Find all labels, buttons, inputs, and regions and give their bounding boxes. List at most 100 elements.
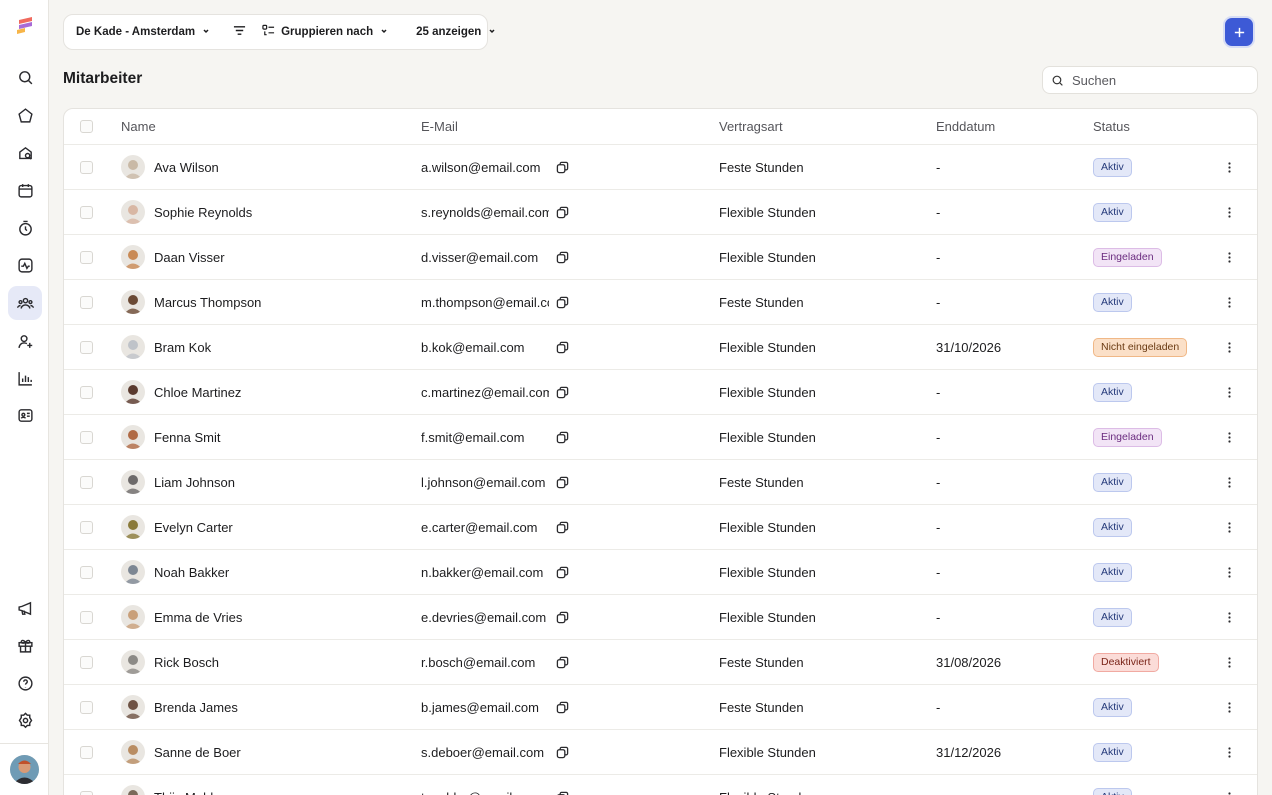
- table-row[interactable]: Liam Johnson l.johnson@email.com Feste Stu…: [64, 460, 1257, 505]
- team-icon[interactable]: [8, 286, 42, 320]
- copy-icon[interactable]: [556, 640, 569, 684]
- row-checkbox[interactable]: [80, 431, 93, 444]
- employee-email[interactable]: a.wilson@email.com: [421, 160, 540, 175]
- employee-email[interactable]: s.reynolds@email.com: [421, 205, 549, 220]
- table-row[interactable]: Thijs Mulder t.mulder@email.com Flexible S…: [64, 775, 1257, 795]
- more-options-icon[interactable]: [1224, 775, 1234, 795]
- table-row[interactable]: Fenna Smit f.smit@email.com Flexible Stund…: [64, 415, 1257, 460]
- page-size-select[interactable]: 25 anzeigen: [416, 26, 497, 39]
- copy-icon[interactable]: [556, 685, 569, 729]
- employee-email[interactable]: e.carter@email.com: [421, 520, 538, 535]
- employee-name[interactable]: Emma de Vries: [154, 610, 242, 625]
- employee-name[interactable]: Bram Kok: [154, 340, 211, 355]
- more-options-icon[interactable]: [1224, 370, 1234, 414]
- header-email[interactable]: E-Mail: [421, 109, 458, 144]
- employee-email[interactable]: n.bakker@email.com: [421, 565, 543, 580]
- copy-icon[interactable]: [556, 775, 569, 795]
- group-by-select[interactable]: Gruppieren nach: [262, 24, 389, 40]
- row-checkbox[interactable]: [80, 341, 93, 354]
- copy-icon[interactable]: [556, 415, 569, 459]
- employee-name[interactable]: Sophie Reynolds: [154, 205, 252, 220]
- employee-email[interactable]: b.kok@email.com: [421, 340, 525, 355]
- more-options-icon[interactable]: [1224, 235, 1234, 279]
- copy-icon[interactable]: [556, 505, 569, 549]
- row-checkbox[interactable]: [80, 251, 93, 264]
- employee-name[interactable]: Daan Visser: [154, 250, 225, 265]
- clock-icon[interactable]: [8, 211, 42, 245]
- table-row[interactable]: Evelyn Carter e.carter@email.com Flexible …: [64, 505, 1257, 550]
- employee-email[interactable]: r.bosch@email.com: [421, 655, 535, 670]
- chart-icon[interactable]: [8, 361, 42, 395]
- copy-icon[interactable]: [556, 325, 569, 369]
- row-checkbox[interactable]: [80, 161, 93, 174]
- table-row[interactable]: Sophie Reynolds s.reynolds@email.com Flexi…: [64, 190, 1257, 235]
- copy-icon[interactable]: [556, 370, 569, 414]
- add-employee-button[interactable]: [1225, 18, 1253, 46]
- table-row[interactable]: Emma de Vries e.devries@email.com Flexible…: [64, 595, 1257, 640]
- row-checkbox[interactable]: [80, 206, 93, 219]
- table-row[interactable]: Sanne de Boer s.deboer@email.com Flexible …: [64, 730, 1257, 775]
- select-all-checkbox[interactable]: [80, 120, 93, 133]
- more-options-icon[interactable]: [1224, 685, 1234, 729]
- table-row[interactable]: Noah Bakker n.bakker@email.com Flexible St…: [64, 550, 1257, 595]
- row-checkbox[interactable]: [80, 611, 93, 624]
- row-checkbox[interactable]: [80, 566, 93, 579]
- copy-icon[interactable]: [556, 595, 569, 639]
- more-options-icon[interactable]: [1224, 145, 1234, 189]
- add-person-icon[interactable]: [8, 324, 42, 358]
- employee-email[interactable]: m.thompson@email.com: [421, 295, 549, 310]
- settings-icon[interactable]: [8, 703, 42, 737]
- table-row[interactable]: Brenda James b.james@email.com Feste Stund…: [64, 685, 1257, 730]
- employee-name[interactable]: Evelyn Carter: [154, 520, 233, 535]
- employee-name[interactable]: Fenna Smit: [154, 430, 220, 445]
- search-input[interactable]: [1072, 72, 1242, 88]
- employee-email[interactable]: e.devries@email.com: [421, 610, 546, 625]
- copy-icon[interactable]: [556, 550, 569, 594]
- filter-button[interactable]: [233, 24, 246, 40]
- employee-name[interactable]: Chloe Martinez: [154, 385, 241, 400]
- more-options-icon[interactable]: [1224, 460, 1234, 504]
- employee-email[interactable]: s.deboer@email.com: [421, 745, 544, 760]
- table-row[interactable]: Chloe Martinez c.martinez@email.com Flexib…: [64, 370, 1257, 415]
- employee-email[interactable]: t.mulder@email.com: [421, 790, 540, 795]
- more-options-icon[interactable]: [1224, 640, 1234, 684]
- search-icon[interactable]: [8, 60, 42, 94]
- help-icon[interactable]: [8, 666, 42, 700]
- more-options-icon[interactable]: [1224, 595, 1234, 639]
- row-checkbox[interactable]: [80, 656, 93, 669]
- table-row[interactable]: Ava Wilson a.wilson@email.com Feste Stunde…: [64, 145, 1257, 190]
- header-end-date[interactable]: Enddatum: [936, 109, 995, 144]
- employee-name[interactable]: Liam Johnson: [154, 475, 235, 490]
- employee-email[interactable]: l.johnson@email.com: [421, 475, 545, 490]
- employee-name[interactable]: Noah Bakker: [154, 565, 229, 580]
- more-options-icon[interactable]: [1224, 280, 1234, 324]
- home-icon[interactable]: [8, 98, 42, 132]
- search-box[interactable]: [1042, 66, 1258, 94]
- app-logo[interactable]: [15, 15, 35, 35]
- row-checkbox[interactable]: [80, 476, 93, 489]
- employee-name[interactable]: Rick Bosch: [154, 655, 219, 670]
- row-checkbox[interactable]: [80, 701, 93, 714]
- copy-icon[interactable]: [556, 460, 569, 504]
- table-row[interactable]: Bram Kok b.kok@email.com Flexible Stunden 3…: [64, 325, 1257, 370]
- more-options-icon[interactable]: [1224, 415, 1234, 459]
- row-checkbox[interactable]: [80, 386, 93, 399]
- search-location-icon[interactable]: [8, 136, 42, 170]
- employee-email[interactable]: b.james@email.com: [421, 700, 539, 715]
- more-options-icon[interactable]: [1224, 730, 1234, 774]
- employee-name[interactable]: Ava Wilson: [154, 160, 219, 175]
- more-options-icon[interactable]: [1224, 325, 1234, 369]
- gift-icon[interactable]: [8, 628, 42, 662]
- employee-name[interactable]: Brenda James: [154, 700, 238, 715]
- more-options-icon[interactable]: [1224, 550, 1234, 594]
- user-avatar[interactable]: [10, 755, 39, 784]
- employee-email[interactable]: c.martinez@email.com: [421, 385, 549, 400]
- employee-name[interactable]: Thijs Mulder: [154, 790, 225, 795]
- table-row[interactable]: Marcus Thompson m.thompson@email.com Feste…: [64, 280, 1257, 325]
- header-name[interactable]: Name: [121, 109, 156, 144]
- header-status[interactable]: Status: [1093, 109, 1130, 144]
- copy-icon[interactable]: [556, 145, 569, 189]
- copy-icon[interactable]: [556, 730, 569, 774]
- employee-name[interactable]: Sanne de Boer: [154, 745, 241, 760]
- row-checkbox[interactable]: [80, 521, 93, 534]
